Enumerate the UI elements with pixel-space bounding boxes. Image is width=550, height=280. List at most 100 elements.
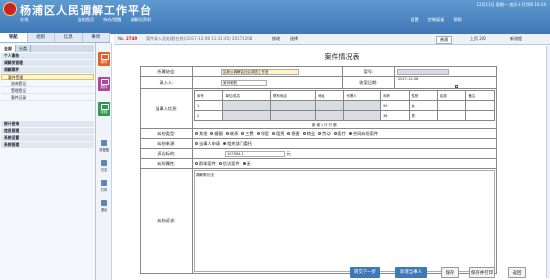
tile-1[interactable]: 附件 xyxy=(98,77,110,91)
radio-icon[interactable] xyxy=(195,132,198,135)
radio-icon[interactable] xyxy=(222,142,226,145)
tab-item[interactable]: 事项 xyxy=(83,33,110,42)
party-cell[interactable] xyxy=(222,100,272,111)
view-select[interactable]: 普通 xyxy=(436,36,452,44)
forward-button[interactable]: 转交下一步 xyxy=(350,267,380,278)
dispute_natures-option[interactable]: 信访案件 xyxy=(218,161,240,166)
radio-icon[interactable] xyxy=(318,132,322,135)
radio-icon[interactable] xyxy=(210,132,214,135)
toolbar-settings[interactable]: 设置 xyxy=(410,17,418,23)
dispute_types-option[interactable]: 邻里 xyxy=(256,131,269,136)
toolbar-mediator[interactable]: 调解员资料 xyxy=(130,17,151,23)
sidebar-item[interactable]: 个人事务 xyxy=(1,53,94,59)
radio-icon[interactable] xyxy=(242,162,246,165)
dispute_types-option[interactable]: 租赁 xyxy=(271,131,284,136)
party-cell[interactable]: 2 xyxy=(193,110,224,121)
sidebar-item[interactable]: 咨询登记 xyxy=(1,81,94,87)
accept-date-field[interactable]: 2017-12-08 xyxy=(397,77,457,83)
party-cell[interactable] xyxy=(222,110,272,121)
radio-icon[interactable] xyxy=(241,132,245,135)
radio-icon[interactable] xyxy=(302,132,306,135)
back-button[interactable]: 返回 xyxy=(508,267,526,278)
party-cell[interactable]: 36 xyxy=(380,110,410,121)
dispute_types-option[interactable]: 合同纠纷案件 xyxy=(348,131,378,136)
radio-icon[interactable] xyxy=(195,142,198,145)
claim-textarea[interactable]: 调解情况(无 xyxy=(194,170,495,272)
tile-2[interactable]: 存档 xyxy=(98,102,110,116)
dispute-amount-field[interactable]: 107584.1 xyxy=(225,150,285,157)
party-cell[interactable] xyxy=(270,110,316,121)
party-cell[interactable]: 男 xyxy=(408,110,439,121)
radio-icon[interactable] xyxy=(218,162,222,165)
scrollbar[interactable] xyxy=(546,46,550,278)
side-icon-0[interactable]: 流程图 xyxy=(98,140,110,152)
party-cell[interactable] xyxy=(343,100,382,111)
sidebar-tab-all[interactable]: 全部 xyxy=(1,45,16,52)
calendar-icon[interactable] xyxy=(455,84,458,88)
radio-icon[interactable] xyxy=(271,132,275,135)
side-icon-3[interactable]: 退出 xyxy=(98,200,110,212)
dispute_types-option[interactable]: 继承 xyxy=(225,131,238,136)
sidebar-item[interactable]: 案件记录 xyxy=(1,95,94,101)
radio-icon[interactable] xyxy=(256,132,260,135)
party-cell[interactable]: 50 xyxy=(380,100,410,111)
sidebar-item[interactable]: 案件受理 xyxy=(1,74,94,80)
tile-0[interactable]: 案件 xyxy=(98,52,110,66)
dispute_sources-option[interactable]: 相关部门委托 xyxy=(222,141,252,146)
save-print-button[interactable]: 保存并打印 xyxy=(469,267,495,278)
sidebar-tabs: 全部 分类 xyxy=(1,45,94,52)
sidebar-tab-category[interactable]: 分类 xyxy=(16,45,31,52)
recorder-field[interactable]: 吴玛莉勤 xyxy=(221,79,267,86)
toolbar-home[interactable]: 当前首页 xyxy=(77,17,94,23)
dispute_types-option[interactable]: 医疗 xyxy=(333,131,346,136)
case-no-field[interactable] xyxy=(397,68,449,75)
sidebar-item[interactable]: 调解员管理 xyxy=(1,60,94,66)
dispute_types-option[interactable]: 劳动 xyxy=(318,131,331,136)
radio-icon[interactable] xyxy=(287,132,291,135)
party-cell[interactable]: 1 xyxy=(193,100,224,111)
dispute_natures-option[interactable]: 群体案件 xyxy=(195,161,216,166)
save-button[interactable]: 保存 xyxy=(441,267,459,278)
select-button[interactable]: 选择 xyxy=(290,36,298,42)
party-cell[interactable] xyxy=(437,110,467,121)
side-icon-2[interactable]: 打印 xyxy=(98,180,110,192)
radio-icon[interactable] xyxy=(195,162,198,165)
sidebar-item[interactable]: 系统设置 xyxy=(1,135,94,141)
sidebar-item[interactable]: 信息管理 xyxy=(1,128,94,134)
toolbar-control[interactable]: 控制面板 xyxy=(428,17,445,23)
radio-icon[interactable] xyxy=(333,132,337,135)
tab-info[interactable]: 信息 xyxy=(55,33,83,42)
toolbar-todo[interactable]: 待办/提醒 xyxy=(103,17,121,23)
dispute_types-option[interactable]: 损害 xyxy=(287,131,300,136)
party-cell[interactable] xyxy=(343,110,382,121)
modify-button[interactable]: 修改 xyxy=(272,36,280,42)
party-cell[interactable] xyxy=(437,100,467,111)
party-cell[interactable] xyxy=(465,110,495,121)
radio-icon[interactable] xyxy=(348,132,352,135)
dispute_types-option[interactable]: 物业 xyxy=(302,131,315,136)
page-indicator[interactable]: 上页 2/0 xyxy=(470,36,486,42)
dispute_types-option[interactable]: 婚姻 xyxy=(210,131,223,136)
org-field[interactable]: 区新公调解会社区调查工作室 xyxy=(221,68,299,75)
toolbar-help[interactable]: 帮助 xyxy=(453,17,461,23)
party-cell[interactable] xyxy=(465,100,495,111)
side-icon-1[interactable]: 日志 xyxy=(98,160,110,172)
new-flow-button[interactable]: 新流程 xyxy=(510,36,522,42)
party-row-controls[interactable]: 新 增 1 行 行 删 xyxy=(194,122,495,127)
dispute_types-option[interactable]: 三费 xyxy=(241,131,254,136)
party-cell[interactable] xyxy=(314,100,345,111)
dispute_natures-option[interactable]: 无 xyxy=(242,161,251,166)
radio-icon[interactable] xyxy=(225,132,229,135)
dispute_types-option[interactable]: 其他 xyxy=(195,131,207,136)
party-cell[interactable] xyxy=(314,110,345,121)
dispute_sources-option[interactable]: 当事人申请 xyxy=(195,141,220,146)
tab-nav[interactable]: 导航 xyxy=(0,33,28,42)
tab-org[interactable]: 组织 xyxy=(28,33,55,42)
sidebar-item[interactable]: 调解案件 xyxy=(1,67,94,73)
party-cell[interactable] xyxy=(270,100,316,111)
sidebar-item[interactable]: 统计查询 xyxy=(1,121,94,127)
add-party-button[interactable]: 新增当事人 xyxy=(395,267,427,278)
sidebar-item[interactable]: 受理登记 xyxy=(1,88,94,94)
party-cell[interactable]: 女 xyxy=(408,100,439,111)
sidebar-item[interactable]: 系统管理 xyxy=(1,142,94,148)
